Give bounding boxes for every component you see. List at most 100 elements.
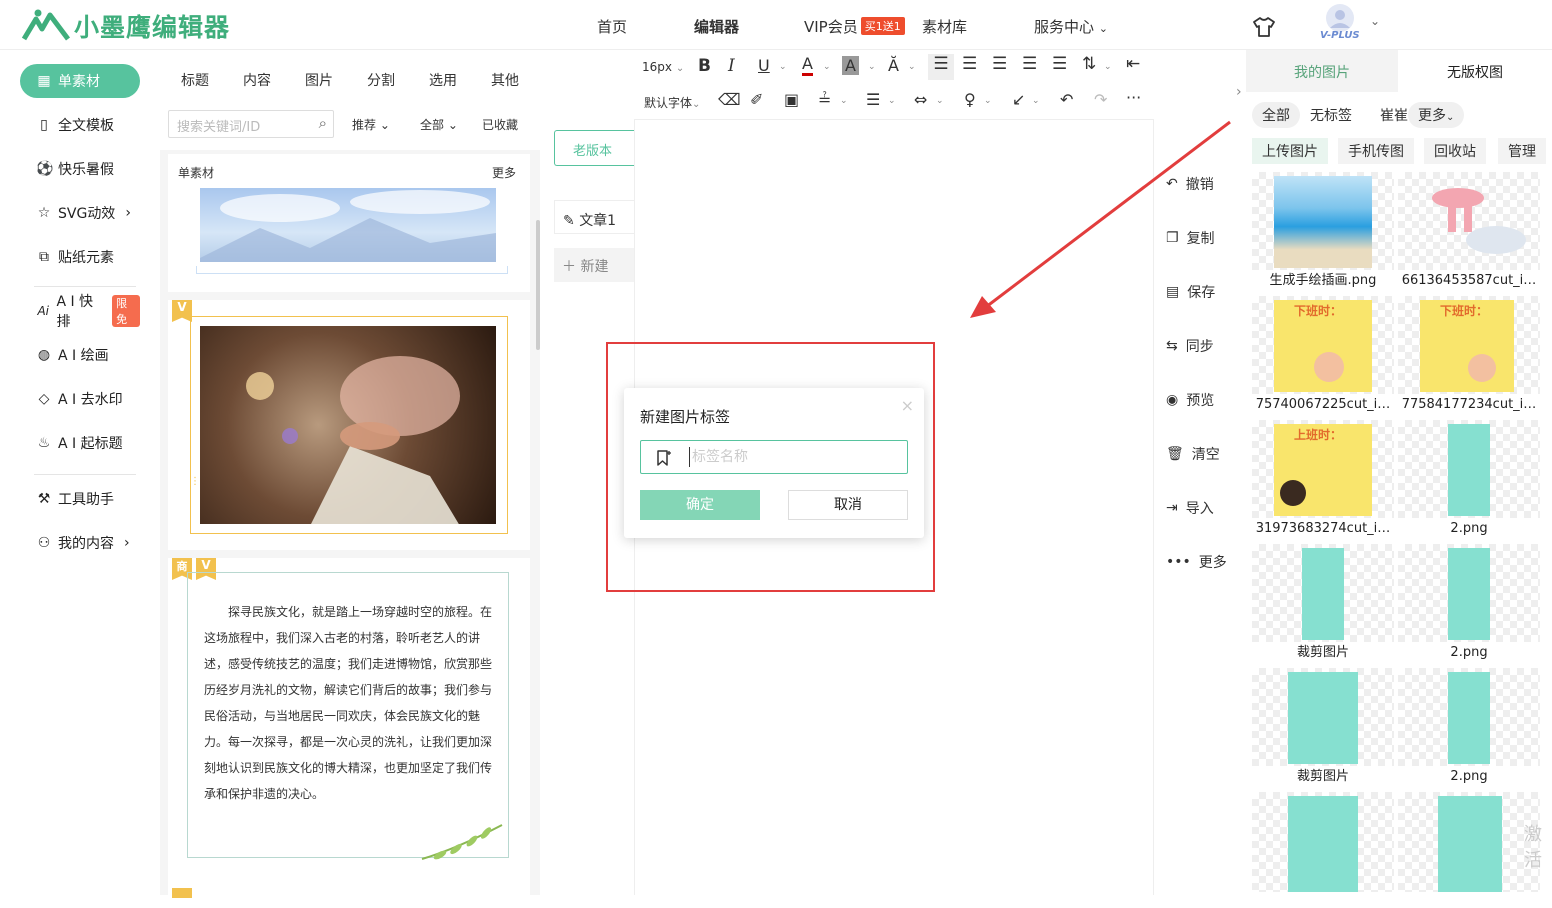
tab-content[interactable]: 内容 [243, 70, 271, 90]
filter-untagged[interactable]: 无标签 [1300, 102, 1362, 128]
tab-other[interactable]: 其他 [491, 70, 519, 90]
avatar[interactable]: V-PLUS [1318, 4, 1362, 44]
exit-format-icon[interactable]: ⇤ [1126, 54, 1140, 74]
all-select[interactable]: 全部 ⌄ [412, 110, 470, 138]
manage-button[interactable]: 管理 [1498, 138, 1546, 164]
image-thumb[interactable]: 裁剪图片 [1252, 544, 1394, 664]
align-left-icon[interactable]: ☰ [928, 54, 954, 80]
leftnav-item-ai-title[interactable]: ♨ A I 起标题 [20, 426, 140, 460]
leftnav-item-svg[interactable]: ☆ SVG动效 › [20, 196, 140, 230]
leftnav-item-sticker[interactable]: ⧉ 贴纸元素 [20, 240, 140, 274]
material-card[interactable] [168, 188, 530, 292]
tag-name-input[interactable] [689, 447, 889, 467]
leftnav-item-template[interactable]: ▯ 全文模板 [20, 108, 140, 142]
close-icon[interactable]: × [901, 396, 914, 415]
filter-all[interactable]: 全部 [1252, 102, 1300, 128]
chevron-down-icon[interactable]: ⌄ [936, 96, 944, 106]
material-card[interactable]: 商 V 探寻民族文化，就是踏上一场穿越时空的旅程。在这场旅程中，我们深入古老的村… [168, 558, 530, 888]
undo-icon[interactable]: ↶ [1060, 90, 1073, 109]
line-height-icon[interactable]: ⇅ [1082, 54, 1096, 74]
chevron-down-icon[interactable]: ⌄ [908, 62, 916, 72]
image-thumb[interactable]: 裁剪图片 [1252, 668, 1394, 788]
old-version-button[interactable]: 老版本 [554, 130, 634, 166]
phone-upload-button[interactable]: 手机传图 [1338, 138, 1414, 164]
nav-home[interactable]: 首页 [597, 16, 627, 37]
materials-scrollbar[interactable] [536, 220, 540, 350]
leftnav-item-summer[interactable]: ⚽ 快乐暑假 [20, 152, 140, 186]
chevron-down-icon[interactable]: ⌄ [888, 96, 896, 106]
leftnav-item-ai-draw[interactable]: ◍ A I 绘画 [20, 338, 140, 372]
more-link[interactable]: 更多 [492, 164, 516, 181]
recommend-select[interactable]: 推荐 ⌄ [344, 110, 404, 138]
image-thumb[interactable]: 2.png [1398, 544, 1540, 664]
tab-select[interactable]: 选用 [429, 70, 457, 90]
chevron-down-icon[interactable]: ⌄ [1370, 14, 1380, 28]
material-card[interactable]: V ⋮ [168, 300, 530, 550]
chevron-down-icon[interactable]: ⌄ [840, 96, 848, 106]
font-size-select[interactable]: 16px ⌄ [642, 60, 684, 74]
search-icon[interactable]: ⌕ [319, 114, 327, 132]
align-center-icon[interactable]: ☰ [962, 54, 977, 74]
image-thumb[interactable]: 上班时： 31973683274cut_i… [1252, 420, 1394, 540]
chevron-down-icon[interactable]: ⌄ [779, 62, 787, 72]
divider-insert-icon[interactable]: ≟ [818, 90, 831, 109]
align-justify-icon[interactable]: ☰ [1022, 54, 1037, 74]
logo[interactable]: 小墨鹰编辑器 [22, 8, 230, 44]
leftnav-item-tools[interactable]: ⚒ 工具助手 [20, 482, 140, 516]
tab-title[interactable]: 标题 [181, 70, 209, 90]
article-tab[interactable]: ✎ 文章1 [554, 200, 634, 234]
format-painter-icon[interactable]: ✐ [750, 90, 763, 109]
nav-service[interactable]: 服务中心 ⌄ [1034, 16, 1108, 37]
font-color-icon[interactable]: A [802, 56, 813, 76]
arrow-icon[interactable]: ↙ [1012, 90, 1025, 109]
recycle-bin-button[interactable]: 回收站 [1424, 138, 1486, 164]
search-input[interactable]: 搜索关键词/ID ⌕ [168, 110, 334, 138]
image-thumb[interactable]: 下班时： 75740067225cut_i… [1252, 296, 1394, 416]
image-thumb[interactable] [1398, 792, 1540, 892]
clear-button[interactable]: 🗑 清空 [1156, 432, 1236, 476]
sync-button[interactable]: ⇆ 同步 [1156, 324, 1236, 368]
leftnav-item-ai-watermark[interactable]: ◇ A I 去水印 [20, 382, 140, 416]
import-button[interactable]: ⇥ 导入 [1156, 486, 1236, 530]
tab-my-images[interactable]: 我的图片 [1246, 50, 1398, 92]
tab-free-images[interactable]: 无版权图 [1398, 50, 1552, 92]
tab-divider[interactable]: 分割 [367, 70, 395, 90]
nav-vip[interactable]: VIP会员 买1送1 [804, 16, 905, 37]
collapse-arrow-icon[interactable]: › [1236, 84, 1242, 100]
paragraph-spacing-icon[interactable]: ☰ [866, 90, 880, 109]
bold-icon[interactable]: B [698, 56, 711, 76]
leftnav-item-single[interactable]: ▦ 单素材 [20, 64, 140, 98]
underline-icon[interactable]: U [758, 56, 770, 75]
eraser-icon[interactable]: ⌫ [718, 90, 741, 109]
chevron-down-icon[interactable]: ⌄ [1032, 96, 1040, 106]
image-icon[interactable]: ▣ [784, 90, 799, 109]
image-thumb[interactable]: 66136453587cut_i… [1398, 172, 1540, 292]
letter-spacing-icon[interactable]: ⇔ [914, 90, 927, 109]
leftnav-item-my-content[interactable]: ⚇ 我的内容 › [20, 526, 140, 560]
shirt-icon[interactable] [1252, 16, 1276, 38]
image-thumb[interactable] [1252, 792, 1394, 892]
background-color-icon[interactable]: A [842, 56, 859, 75]
tab-image[interactable]: 图片 [305, 70, 333, 90]
font-family-select[interactable]: 默认字体⌄ [644, 94, 700, 111]
text-effect-icon[interactable]: Ӑ [888, 56, 899, 75]
align-right-icon[interactable]: ☰ [992, 54, 1007, 74]
lightbulb-icon[interactable]: ♀ [964, 90, 976, 109]
image-thumb[interactable]: 2.png [1398, 668, 1540, 788]
chevron-down-icon[interactable]: ⌄ [1104, 62, 1112, 72]
image-thumb[interactable]: 生成手绘插画.png [1252, 172, 1394, 292]
chevron-down-icon[interactable]: ⌄ [868, 62, 876, 72]
nav-editor[interactable]: 编辑器 [694, 16, 739, 37]
nav-materials[interactable]: 素材库 [922, 16, 967, 37]
image-thumb[interactable]: 2.png [1398, 420, 1540, 540]
leftnav-item-ai-layout[interactable]: Ai A I 快排 限免 [20, 294, 140, 330]
cancel-button[interactable]: 取消 [788, 490, 908, 520]
filter-more[interactable]: 更多⌄ [1408, 102, 1465, 128]
more-icon[interactable]: ··· [1126, 88, 1141, 107]
more-button[interactable]: ••• 更多 [1156, 540, 1236, 584]
italic-icon[interactable]: I [728, 56, 735, 76]
preview-button[interactable]: ◉ 预览 [1156, 378, 1236, 422]
collected-link[interactable]: 已收藏 [482, 116, 518, 133]
chevron-down-icon[interactable]: ⌄ [984, 96, 992, 106]
chevron-down-icon[interactable]: ⌄ [823, 62, 831, 72]
